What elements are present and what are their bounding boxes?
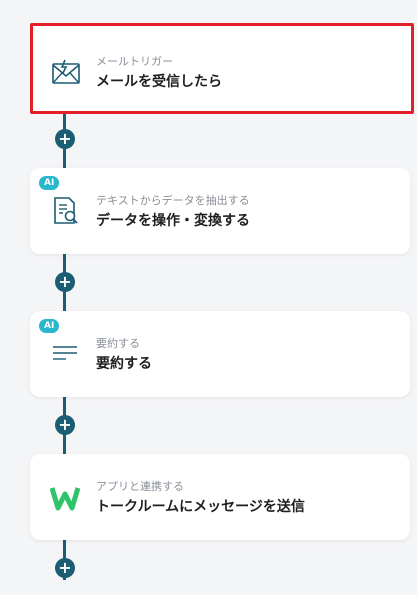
step-card-data-transform[interactable]: AI テキストからデータを抽出する データを操作・変換する: [30, 168, 410, 254]
step-title: トークルームにメッセージを送信: [96, 499, 305, 515]
document-search-icon: [54, 197, 78, 224]
w-logo-icon: [50, 487, 80, 511]
step-subtitle: メールトリガー: [96, 55, 173, 68]
step-subtitle: テキストからデータを抽出する: [96, 194, 250, 207]
add-step-button[interactable]: +: [55, 129, 75, 149]
ai-badge: AI: [39, 319, 60, 333]
mail-trigger-icon: [52, 59, 80, 84]
add-step-button[interactable]: +: [55, 558, 75, 578]
step-subtitle: アプリと連携する: [96, 480, 184, 493]
step-title: メールを受信したら: [96, 74, 222, 90]
step-card-mail-trigger[interactable]: メールトリガー メールを受信したら: [30, 23, 414, 114]
step-card-app-integration[interactable]: アプリと連携する トークルームにメッセージを送信: [30, 454, 410, 540]
step-card-summarize[interactable]: AI 要約する 要約する: [30, 311, 410, 397]
ai-badge: AI: [39, 176, 60, 190]
summarize-lines-icon: [53, 346, 77, 360]
add-step-button[interactable]: +: [55, 272, 75, 292]
step-title: 要約する: [96, 356, 152, 372]
add-step-button[interactable]: +: [55, 415, 75, 435]
step-subtitle: 要約する: [96, 337, 140, 350]
step-title: データを操作・変換する: [96, 213, 250, 229]
